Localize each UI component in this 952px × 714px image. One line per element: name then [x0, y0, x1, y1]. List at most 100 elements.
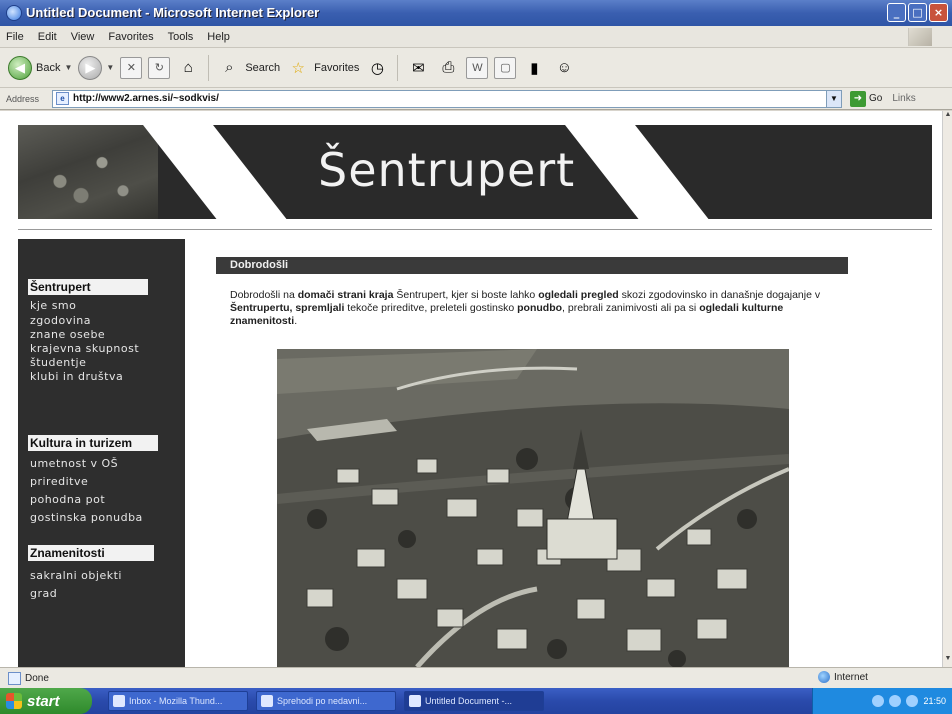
- sidebar-heading-znamenitosti[interactable]: Znamenitosti: [28, 545, 154, 561]
- home-icon[interactable]: ⌂: [176, 56, 200, 80]
- back-dropdown-icon[interactable]: ▼: [64, 63, 72, 72]
- banner-town-photo: [18, 125, 158, 219]
- vertical-scrollbar[interactable]: ▲ ▼: [942, 111, 952, 667]
- mail-icon[interactable]: ✉: [406, 56, 430, 80]
- stop-icon[interactable]: ✕: [120, 56, 143, 79]
- sidebar-heading-kultura[interactable]: Kultura in turizem: [28, 435, 158, 451]
- banner-stripe: [557, 125, 729, 219]
- menu-favorites[interactable]: Favorites: [108, 31, 153, 43]
- security-shield-icon[interactable]: [906, 695, 919, 707]
- favorites-star-icon: ☆: [291, 59, 305, 77]
- site-title: Šentrupert: [318, 143, 576, 197]
- intro-text-bold: Šentrupertu, spremljali: [230, 302, 345, 314]
- address-input[interactable]: e http://www2.arnes.si/~sodkvis/ ▼: [52, 89, 842, 108]
- divider: [18, 229, 932, 230]
- internet-explorer-icon: [409, 695, 421, 707]
- start-button[interactable]: start: [0, 688, 92, 714]
- sidebar-item-klubi-in-drustva[interactable]: klubi in društva: [30, 370, 123, 383]
- maximize-button[interactable]: □: [908, 3, 927, 22]
- search-icon: ⌕: [225, 59, 234, 76]
- menu-bar: File Edit View Favorites Tools Help: [0, 26, 952, 48]
- window-titlebar[interactable]: Untitled Document - Microsoft Internet E…: [0, 0, 952, 26]
- messenger-icon[interactable]: ☺: [552, 56, 576, 80]
- address-label: Address: [6, 93, 40, 104]
- window-controls: _ □ ×: [887, 3, 948, 22]
- document-icon: [261, 695, 273, 707]
- favorites-label: Favorites: [314, 61, 360, 74]
- close-button[interactable]: ×: [929, 3, 948, 22]
- sidebar-nav: Šentrupert kje smo zgodovina znane osebe…: [18, 239, 185, 667]
- menu-tools[interactable]: Tools: [168, 31, 194, 43]
- task-label: Inbox - Mozilla Thund...: [129, 696, 223, 706]
- page-done-icon: [8, 671, 21, 685]
- print-icon[interactable]: ⎙: [436, 56, 460, 80]
- sidebar-item-prireditve[interactable]: prireditve: [30, 475, 88, 488]
- sidebar-item-znane-osebe[interactable]: znane osebe: [30, 328, 105, 341]
- scroll-down-icon[interactable]: ▼: [943, 655, 952, 667]
- network-icon[interactable]: [872, 695, 885, 707]
- research-icon[interactable]: ▮: [522, 56, 546, 80]
- sidebar-item-umetnost[interactable]: umetnost v OŠ: [30, 457, 118, 470]
- address-dropdown-icon[interactable]: ▼: [826, 90, 841, 107]
- minimize-button[interactable]: _: [887, 3, 906, 22]
- taskbar-item-sprehodi[interactable]: Sprehodi po nedavni...: [256, 691, 396, 711]
- intro-text-part: .: [294, 315, 298, 327]
- task-label: Sprehodi po nedavni...: [277, 696, 368, 706]
- sidebar-item-grad[interactable]: grad: [30, 587, 57, 600]
- sidebar-item-krajevna-skupnost[interactable]: krajevna skupnost: [30, 342, 139, 355]
- address-url: http://www2.arnes.si/~sodkvis/: [73, 93, 219, 104]
- volume-icon[interactable]: [889, 695, 902, 707]
- sidebar-item-sakralni-objekti[interactable]: sakralni objekti: [30, 569, 122, 582]
- address-bar: Address e http://www2.arnes.si/~sodkvis/…: [0, 88, 952, 110]
- links-button[interactable]: Links: [892, 93, 915, 104]
- refresh-icon[interactable]: ↻: [148, 56, 171, 79]
- edit-word-icon[interactable]: W: [466, 56, 489, 79]
- menu-edit[interactable]: Edit: [38, 31, 57, 43]
- thunderbird-icon: [113, 695, 125, 707]
- standard-toolbar: ◀ Back ▼ ▶ ▼ ✕ ↻ ⌂ ⌕ Search ☆ Favorites …: [0, 48, 952, 88]
- security-zone: Internet: [818, 671, 868, 683]
- back-button[interactable]: ◀ Back ▼: [8, 55, 72, 80]
- go-arrow-icon: ➜: [850, 90, 866, 107]
- scroll-up-icon[interactable]: ▲: [943, 111, 952, 123]
- window-title: Untitled Document - Microsoft Internet E…: [26, 5, 320, 20]
- windows-logo-icon: [908, 28, 932, 46]
- taskbar-item-thunderbird[interactable]: Inbox - Mozilla Thund...: [108, 691, 248, 711]
- sidebar-item-kje-smo[interactable]: kje smo: [30, 299, 76, 312]
- menu-view[interactable]: View: [71, 31, 95, 43]
- clock[interactable]: 21:50: [923, 696, 946, 706]
- intro-text-part: tekoče prireditve, preleteli gostinsko: [344, 302, 518, 314]
- search-button[interactable]: ⌕ Search: [217, 56, 280, 80]
- intro-text-bold: ponudbo: [517, 302, 563, 314]
- banner-stripe: [135, 125, 307, 219]
- sidebar-heading-sentrupert[interactable]: Šentrupert: [28, 279, 148, 295]
- sidebar-item-studentje[interactable]: študentje: [30, 356, 86, 369]
- intro-text-bold: ogledali pregled: [538, 289, 619, 301]
- system-tray: 21:50: [812, 688, 952, 714]
- status-text: Done: [25, 672, 49, 684]
- go-button[interactable]: ➜ Go: [850, 90, 882, 107]
- menu-help[interactable]: Help: [207, 31, 230, 43]
- aerial-town-photo: [277, 349, 789, 667]
- page-icon: e: [56, 92, 69, 105]
- intro-text: Dobrodošli na domači strani kraja Šentru…: [230, 289, 842, 328]
- page-content: Šentrupert Šentrupert kje smo zgodovina …: [0, 111, 942, 667]
- sidebar-item-pohodna-pot[interactable]: pohodna pot: [30, 493, 105, 506]
- taskbar-item-untitled-document[interactable]: Untitled Document -...: [404, 691, 544, 711]
- site-banner: Šentrupert: [18, 125, 932, 219]
- sidebar-item-gostinska-ponudba[interactable]: gostinska ponudba: [30, 511, 143, 524]
- forward-dropdown-icon[interactable]: ▼: [106, 63, 114, 72]
- zone-label: Internet: [834, 671, 868, 683]
- history-icon[interactable]: ◷: [365, 56, 389, 80]
- intro-text-part: Dobrodošli na: [230, 289, 298, 301]
- forward-button[interactable]: ▶ ▼: [78, 55, 114, 80]
- discuss-icon[interactable]: ▢: [494, 56, 517, 79]
- menu-file[interactable]: File: [6, 31, 24, 43]
- favorites-button[interactable]: ☆ Favorites: [286, 56, 359, 80]
- search-label: Search: [245, 61, 281, 74]
- intro-text-bold: domači strani kraja: [297, 289, 394, 301]
- intro-text-part: Šentrupert, kjer si boste lahko: [393, 289, 539, 301]
- sidebar-item-zgodovina[interactable]: zgodovina: [30, 314, 91, 327]
- internet-globe-icon: [818, 671, 830, 683]
- intro-text-part: , prebrali zanimivosti ali pa si: [562, 302, 700, 314]
